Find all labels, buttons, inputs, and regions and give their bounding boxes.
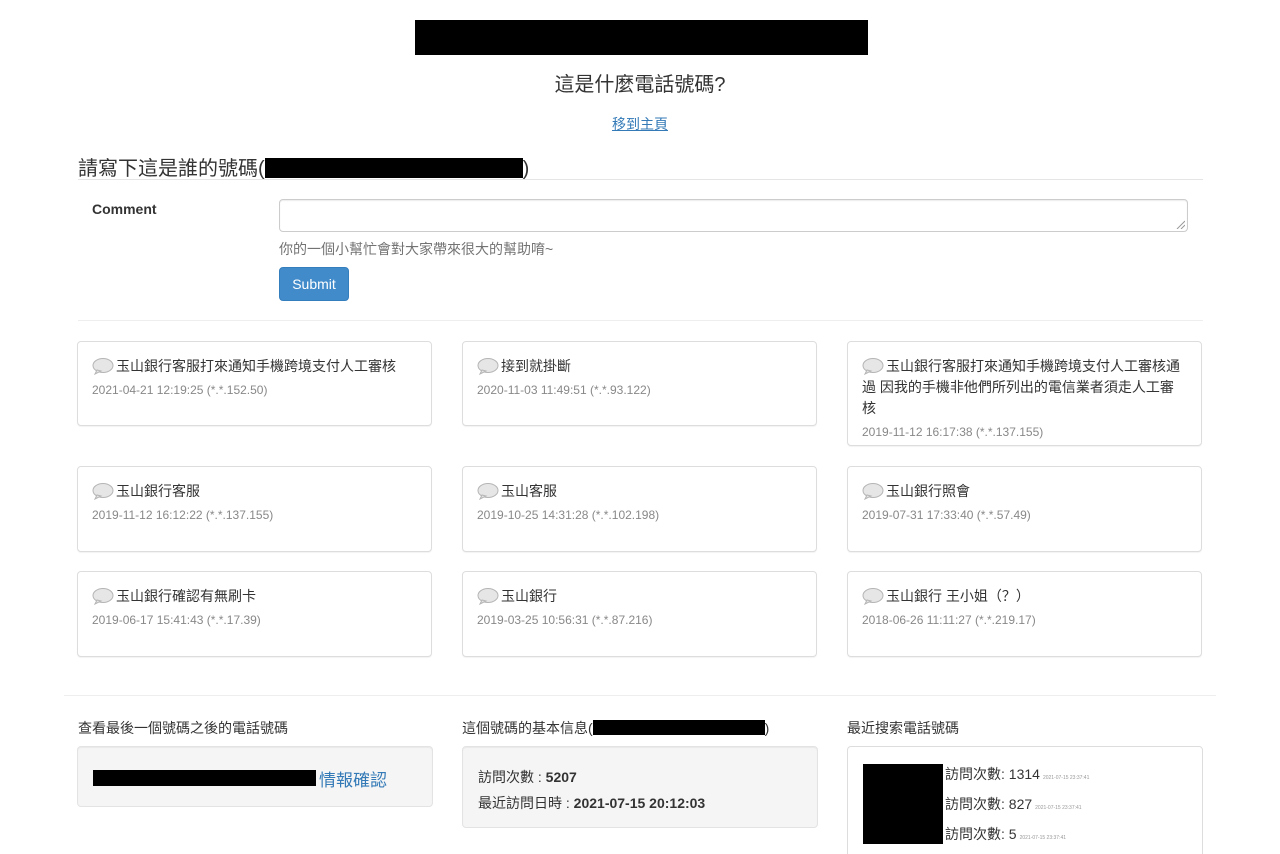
next-number-well: 情報確認 bbox=[77, 746, 433, 807]
comment-text: 玉山銀行客服打來通知手機跨境支付人工審核通過 因我的手機非他們所列出的電信業者須… bbox=[862, 356, 1187, 419]
intel-confirm-link[interactable]: 情報確認 bbox=[319, 766, 387, 791]
submit-button[interactable]: Submit bbox=[279, 267, 349, 301]
redacted-next-number bbox=[93, 770, 316, 786]
help-text: 你的一個小幫忙會對大家帶來很大的幫助唷~ bbox=[279, 241, 554, 257]
comment-card: 玉山銀行客服 2019-11-12 16:12:22 (*.*.137.155) bbox=[77, 466, 432, 552]
comment-label: Comment bbox=[92, 201, 157, 217]
comment-card: 玉山銀行客服打來通知手機跨境支付人工審核 2021-04-21 12:19:25 … bbox=[77, 341, 432, 426]
home-link[interactable]: 移到主頁 bbox=[612, 116, 668, 132]
basic-info-well: 訪問次數 : 5207 最近訪問日時 : 2021-07-15 20:12:03 bbox=[462, 746, 818, 828]
divider bbox=[64, 695, 1216, 696]
speech-bubble-icon bbox=[862, 483, 884, 500]
basic-info-title: 這個號碼的基本信息() bbox=[462, 718, 769, 738]
comment-body: 玉山銀行客服打來通知手機跨境支付人工審核通過 因我的手機非他們所列出的電信業者須… bbox=[862, 358, 1180, 416]
comment-text: 玉山銀行 bbox=[477, 586, 802, 607]
recent-visits-count: 827 bbox=[1008, 796, 1033, 812]
comment-body: 玉山銀行 bbox=[501, 588, 557, 604]
recent-visits-count: 1314 bbox=[1008, 766, 1040, 782]
comment-meta: 2019-11-12 16:17:38 (*.*.137.155) bbox=[862, 425, 1044, 439]
speech-bubble-icon bbox=[862, 358, 884, 375]
recent-visits-label: 訪問次數: bbox=[945, 766, 1005, 782]
visits-value: 5207 bbox=[545, 769, 577, 785]
comment-text: 玉山銀行客服 bbox=[92, 481, 417, 502]
comment-meta: 2020-11-03 11:49:51 (*.*.93.122) bbox=[477, 383, 651, 397]
last-visit-value: 2021-07-15 20:12:03 bbox=[573, 795, 706, 811]
visits-line: 訪問次數 : 5207 bbox=[478, 767, 577, 787]
page-title: 這是什麼電話號碼? bbox=[554, 74, 726, 96]
comment-meta: 2019-10-25 14:31:28 (*.*.102.198) bbox=[477, 508, 660, 522]
divider bbox=[78, 320, 1203, 321]
recent-timestamp: 2021-07-15 23:37:41 bbox=[1042, 775, 1090, 781]
speech-bubble-icon bbox=[477, 358, 499, 375]
comment-meta: 2019-07-31 17:33:40 (*.*.57.49) bbox=[862, 508, 1031, 522]
comment-text: 接到就掛斷 bbox=[477, 356, 802, 377]
recent-search-row[interactable]: 訪問次數: 1314 2021-07-15 23:37:41 bbox=[945, 764, 1089, 784]
recent-search-row[interactable]: 訪問次數: 5 2021-07-15 23:37:41 bbox=[945, 824, 1066, 844]
comment-body: 玉山銀行客服打來通知手機跨境支付人工審核 bbox=[116, 358, 396, 374]
comment-meta: 2019-03-25 10:56:31 (*.*.87.216) bbox=[477, 613, 653, 627]
comment-body: 玉山銀行確認有無刷卡 bbox=[116, 588, 256, 604]
comment-card: 玉山銀行 王小姐（？） 2018-06-26 11:11:27 (*.*.219.… bbox=[847, 571, 1202, 657]
comment-meta: 2019-06-17 15:41:43 (*.*.17.39) bbox=[92, 613, 261, 627]
recent-visits-count: 5 bbox=[1008, 826, 1017, 842]
comment-text: 玉山客服 bbox=[477, 481, 802, 502]
redacted-recent-numbers bbox=[863, 764, 943, 844]
speech-bubble-icon bbox=[92, 358, 114, 375]
comment-text: 玉山銀行 王小姐（？） bbox=[862, 586, 1187, 607]
comment-text: 玉山銀行客服打來通知手機跨境支付人工審核 bbox=[92, 356, 417, 377]
comment-text: 玉山銀行確認有無刷卡 bbox=[92, 586, 417, 607]
redacted-phone-number bbox=[264, 158, 523, 178]
comment-card: 接到就掛斷 2020-11-03 11:49:51 (*.*.93.122) bbox=[462, 341, 817, 426]
comment-card: 玉山銀行照會 2019-07-31 17:33:40 (*.*.57.49) bbox=[847, 466, 1202, 552]
comment-card: 玉山客服 2019-10-25 14:31:28 (*.*.102.198) bbox=[462, 466, 817, 552]
speech-bubble-icon bbox=[92, 483, 114, 500]
comment-meta: 2021-04-21 12:19:25 (*.*.152.50) bbox=[92, 383, 268, 397]
form-heading-prefix: 請寫下這是誰的號碼( bbox=[78, 158, 265, 180]
recent-visits-label: 訪問次數: bbox=[945, 826, 1005, 842]
speech-bubble-icon bbox=[92, 588, 114, 605]
form-heading: 請寫下這是誰的號碼() bbox=[78, 152, 529, 181]
comment-body: 玉山銀行客服 bbox=[116, 483, 200, 499]
comment-textarea[interactable] bbox=[279, 199, 1188, 232]
recent-search-row[interactable]: 訪問次數: 827 2021-07-15 23:37:41 bbox=[945, 794, 1082, 814]
last-visit-line: 最近訪問日時 : 2021-07-15 20:12:03 bbox=[478, 793, 705, 813]
basic-info-title-suffix: ) bbox=[764, 720, 770, 736]
recent-timestamp: 2021-07-15 23:37:41 bbox=[1019, 835, 1067, 841]
comment-body: 玉山銀行 王小姐（？） bbox=[886, 588, 1030, 604]
basic-info-title-prefix: 這個號碼的基本信息( bbox=[462, 720, 593, 736]
redacted-phone-number bbox=[592, 720, 765, 735]
form-heading-suffix: ) bbox=[522, 158, 530, 180]
site-header: 這是什麼電話號碼? 移到主頁 bbox=[0, 0, 1280, 140]
divider bbox=[78, 179, 1203, 180]
comment-card: 玉山銀行客服打來通知手機跨境支付人工審核通過 因我的手機非他們所列出的電信業者須… bbox=[847, 341, 1202, 446]
comment-meta: 2019-11-12 16:12:22 (*.*.137.155) bbox=[92, 508, 274, 522]
next-number-title: 查看最後一個號碼之後的電話號碼 bbox=[78, 720, 288, 736]
recent-visits-label: 訪問次數: bbox=[945, 796, 1005, 812]
comment-meta: 2018-06-26 11:11:27 (*.*.219.17) bbox=[862, 613, 1036, 627]
resize-grip-icon[interactable] bbox=[1175, 219, 1185, 229]
recent-searches-box: 訪問次數: 1314 2021-07-15 23:37:41 訪問次數: 827 2… bbox=[847, 746, 1203, 854]
recent-timestamp: 2021-07-15 23:37:41 bbox=[1035, 805, 1082, 811]
redacted-logo bbox=[415, 20, 868, 55]
comment-text: 玉山銀行照會 bbox=[862, 481, 1187, 502]
last-visit-label: 最近訪問日時 : bbox=[478, 795, 574, 811]
comment-body: 玉山客服 bbox=[501, 483, 557, 499]
home-link-wrap: 移到主頁 bbox=[0, 114, 1280, 134]
comment-card: 玉山銀行確認有無刷卡 2019-06-17 15:41:43 (*.*.17.39… bbox=[77, 571, 432, 657]
recent-searches-title: 最近搜索電話號碼 bbox=[847, 720, 959, 736]
comment-body: 玉山銀行照會 bbox=[886, 483, 970, 499]
comment-card: 玉山銀行 2019-03-25 10:56:31 (*.*.87.216) bbox=[462, 571, 817, 657]
speech-bubble-icon bbox=[477, 483, 499, 500]
visits-label: 訪問次數 : bbox=[478, 769, 546, 785]
speech-bubble-icon bbox=[477, 588, 499, 605]
speech-bubble-icon bbox=[862, 588, 884, 605]
comment-body: 接到就掛斷 bbox=[501, 358, 571, 374]
